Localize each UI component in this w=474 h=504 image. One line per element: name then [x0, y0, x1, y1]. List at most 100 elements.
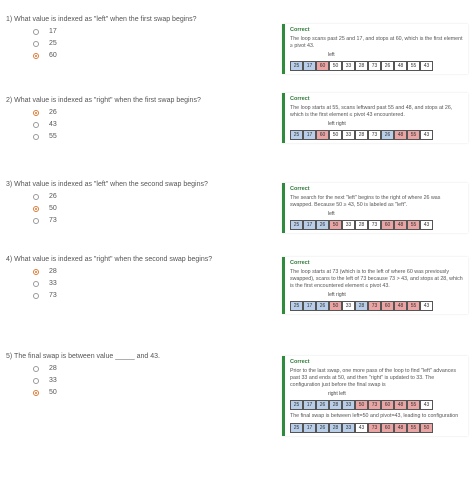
array-cell: 25: [290, 301, 303, 311]
array-row: 25 17 60 50 33 28 73 26 48 55 43: [290, 130, 463, 140]
array-cell: 28: [355, 220, 368, 230]
array-cell: 73: [368, 130, 381, 140]
radio-button-icon[interactable]: [33, 377, 39, 384]
feedback-text: The loop starts at 73 (which is to the l…: [290, 269, 463, 289]
array-cell: 33: [342, 400, 355, 410]
answer-option[interactable]: 73: [33, 292, 212, 299]
array-cell: 33: [342, 61, 355, 71]
array-cell: 28: [355, 61, 368, 71]
question-prompt: 2) What value is indexed as "right" when…: [6, 97, 201, 104]
array-cell: 60: [316, 130, 329, 140]
radio-button-icon[interactable]: [33, 52, 39, 59]
pointer-labels: left: [290, 211, 463, 217]
array-row: 25 17 26 50 33 28 73 60 48 55 43: [290, 301, 463, 311]
array-cell: 48: [394, 61, 407, 71]
array-row: 25 17 60 50 33 28 73 26 48 55 43: [290, 61, 463, 71]
array-cell: 28: [355, 130, 368, 140]
array-cell: 25: [290, 220, 303, 230]
array-cell: 60: [381, 400, 394, 410]
array-cell: 73: [368, 400, 381, 410]
feedback-card: Correct The search for the next "left" be…: [282, 183, 468, 233]
array-cell: 48: [394, 301, 407, 311]
array-cell: 26: [316, 301, 329, 311]
radio-button-icon[interactable]: [33, 280, 39, 287]
radio-button-icon[interactable]: [33, 217, 39, 224]
array-cell: 43: [355, 423, 368, 433]
question-prompt: 4) What value is indexed as "right" when…: [6, 256, 213, 263]
array-cell: 55: [407, 61, 420, 71]
feedback-text: The search for the next "left" begins to…: [290, 195, 441, 208]
feedback-extra-text: The final swap is between left=50 and pi…: [290, 413, 459, 419]
radio-button-icon[interactable]: [33, 292, 39, 299]
option-label: 26: [49, 193, 57, 200]
answer-option[interactable]: 55: [33, 133, 201, 140]
answer-option[interactable]: 26: [33, 193, 208, 200]
feedback-text: The loop scans past 25 and 17, and stops…: [290, 36, 463, 49]
question-prompt: 5) The final swap is between value _____…: [6, 353, 160, 360]
option-label: 73: [49, 292, 57, 299]
answer-option[interactable]: 50: [33, 389, 160, 396]
answer-option[interactable]: 28: [33, 365, 160, 372]
radio-button-icon[interactable]: [33, 389, 39, 396]
radio-button-icon[interactable]: [33, 28, 39, 35]
array-cell: 73: [368, 220, 381, 230]
radio-button-icon[interactable]: [33, 205, 39, 212]
question-prompt: 1) What value is indexed as "left" when …: [6, 16, 197, 23]
array-cell: 73: [368, 61, 381, 71]
array-cell: 60: [381, 423, 394, 433]
option-label: 60: [49, 52, 57, 59]
array-row: 25 17 26 28 33 50 73 60 48 55 43: [290, 400, 463, 410]
array-cell: 60: [316, 61, 329, 71]
answer-option[interactable]: 33: [33, 377, 160, 384]
array-cell: 25: [290, 423, 303, 433]
radio-button-icon[interactable]: [33, 121, 39, 128]
feedback-text: The loop starts at 55, scans leftward pa…: [290, 105, 453, 118]
feedback-card: Correct The loop starts at 55, scans left…: [282, 93, 468, 143]
pointer-labels: left: [290, 52, 463, 58]
answer-option[interactable]: 43: [33, 121, 201, 128]
pointer-labels: left right: [290, 121, 463, 127]
option-label: 28: [49, 365, 57, 372]
array-row: 25 17 26 50 33 28 73 60 48 55 43: [290, 220, 463, 230]
array-cell: 25: [290, 400, 303, 410]
radio-button-icon[interactable]: [33, 109, 39, 116]
array-cell: 25: [290, 61, 303, 71]
array-cell: 43: [420, 130, 433, 140]
answer-option[interactable]: 50: [33, 205, 208, 212]
question-2: 2) What value is indexed as "right" when…: [6, 97, 201, 140]
answer-option[interactable]: 28: [33, 268, 212, 275]
array-cell: 17: [303, 423, 316, 433]
array-cell: 28: [329, 423, 342, 433]
array-cell: 26: [316, 220, 329, 230]
answer-option[interactable]: 17: [33, 28, 197, 35]
answer-option[interactable]: 60: [33, 52, 197, 59]
array-cell: 17: [303, 130, 316, 140]
question-5: 5) The final swap is between value _____…: [6, 353, 160, 396]
array-cell: 17: [303, 400, 316, 410]
array-cell: 17: [303, 220, 316, 230]
array-cell: 73: [368, 423, 381, 433]
array-cell: 17: [303, 301, 316, 311]
radio-button-icon[interactable]: [33, 365, 39, 372]
array-cell: 50: [355, 400, 368, 410]
answer-option[interactable]: 73: [33, 217, 208, 224]
feedback-title: Correct: [290, 96, 310, 102]
array-cell: 48: [394, 220, 407, 230]
option-label: 55: [49, 133, 57, 140]
array-cell: 55: [407, 130, 420, 140]
pointer-label: left right: [328, 292, 346, 298]
answer-option[interactable]: 25: [33, 40, 197, 47]
feedback-title: Correct: [290, 186, 310, 192]
pointer-label: left: [328, 52, 335, 58]
array-cell: 55: [407, 423, 420, 433]
array-cell: 33: [342, 130, 355, 140]
radio-button-icon[interactable]: [33, 193, 39, 200]
radio-button-icon[interactable]: [33, 133, 39, 140]
radio-button-icon[interactable]: [33, 40, 39, 47]
answer-option[interactable]: 26: [33, 109, 201, 116]
radio-button-icon[interactable]: [33, 268, 39, 275]
feedback-card: Correct The loop scans past 25 and 17, an…: [282, 24, 468, 74]
answer-option[interactable]: 33: [33, 280, 212, 287]
array-cell: 50: [329, 130, 342, 140]
pointer-labels: left right: [290, 292, 463, 298]
